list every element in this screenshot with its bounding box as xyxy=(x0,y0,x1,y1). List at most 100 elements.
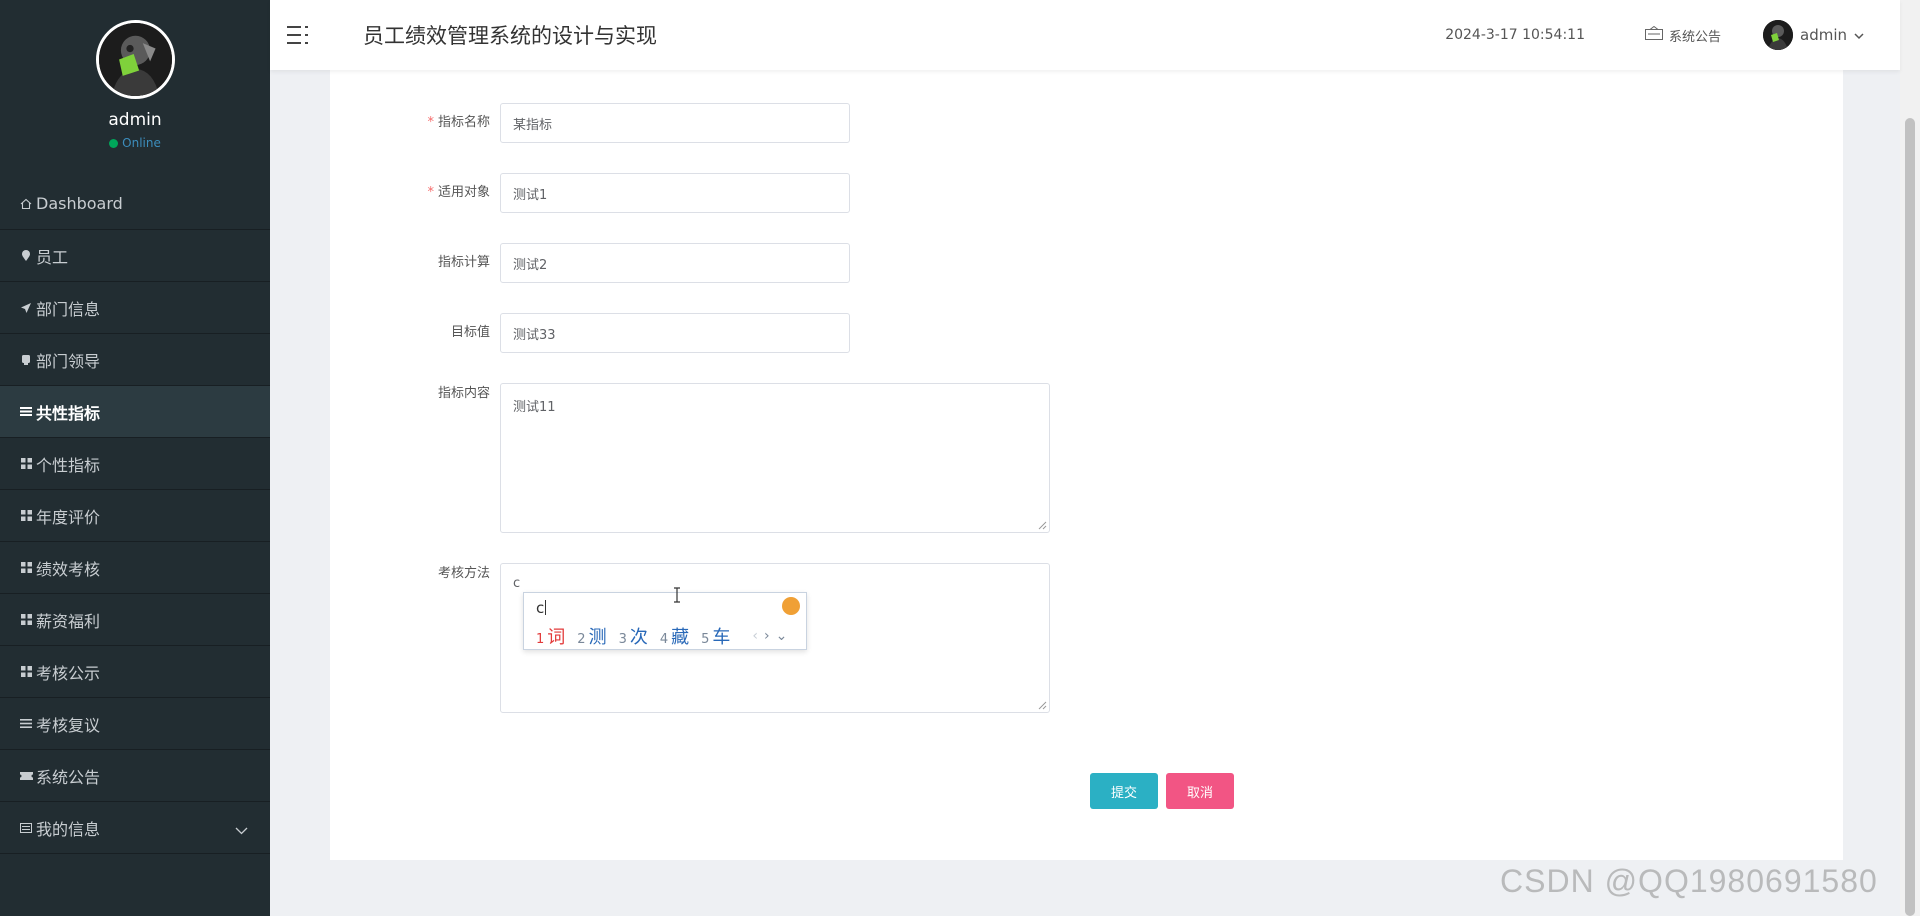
sidebar-item-label: 员工 xyxy=(36,247,69,267)
sidebar: admin Online Dashboard 员工 部门信息 部门领导 共性指标 xyxy=(0,0,270,916)
sidebar-item-common-indicators[interactable]: 共性指标 xyxy=(0,386,270,438)
sidebar-item-personal-indicators[interactable]: 个性指标 xyxy=(0,438,270,490)
resize-grip-icon xyxy=(1038,521,1047,530)
ime-composition-text: c xyxy=(536,599,545,617)
indicator-name-input[interactable]: 某指标 xyxy=(500,103,850,143)
chevron-down-icon xyxy=(1854,26,1864,44)
top-header: 员工绩效管理系统的设计与实现 2024-3-17 10:54:11 系统公告 a… xyxy=(270,0,1900,70)
sidebar-profile: admin Online xyxy=(0,0,270,178)
avatar xyxy=(95,20,175,99)
ime-candidate[interactable]: 4藏 xyxy=(660,623,689,649)
map-pin-icon xyxy=(19,249,33,263)
form-row-target-value: 目标值 测试33 xyxy=(330,313,850,353)
grid-icon xyxy=(19,561,33,575)
user-name: admin xyxy=(1800,26,1847,44)
grid-icon xyxy=(19,613,33,627)
sidebar-item-label: 系统公告 xyxy=(36,767,101,787)
notice-label: 系统公告 xyxy=(1668,29,1721,45)
sidebar-menu: Dashboard 员工 部门信息 部门领导 共性指标 个性指标 年度评价 绩效… xyxy=(0,178,270,854)
online-dot-icon xyxy=(109,138,119,148)
sidebar-item-dashboard[interactable]: Dashboard xyxy=(0,178,270,230)
sidebar-item-label: 年度评价 xyxy=(36,507,101,527)
sidebar-item-review-appeal[interactable]: 考核复议 xyxy=(0,698,270,750)
sidebar-item-label: 薪资福利 xyxy=(36,611,101,631)
ime-expand-icon[interactable]: ⌄ xyxy=(776,628,788,644)
field-label: 指标内容 xyxy=(437,386,490,401)
sidebar-item-label: 部门领导 xyxy=(36,351,101,371)
form-row-indicator-name: * 指标名称 某指标 xyxy=(330,103,850,143)
list-icon xyxy=(19,405,33,419)
ime-candidate-list: 1词 2测 3次 4藏 5车 ‹ › ⌄ xyxy=(536,623,787,649)
sidebar-item-performance-review[interactable]: 绩效考核 xyxy=(0,542,270,594)
ticket-icon xyxy=(19,769,33,783)
text-cursor-icon xyxy=(674,587,680,603)
field-label: 指标计算 xyxy=(437,255,490,270)
status-text: Online xyxy=(122,136,161,150)
sidebar-item-my-info[interactable]: 我的信息 xyxy=(0,802,270,854)
sidebar-item-label: 共性指标 xyxy=(36,403,101,423)
form-card: * 指标名称 某指标 * 适用对象 测试1 指标计算 测试2 目标值 测试33 指标… xyxy=(330,70,1843,860)
ime-next-page-icon[interactable]: › xyxy=(764,628,770,644)
user-menu[interactable]: admin xyxy=(1763,20,1864,50)
profile-name: admin xyxy=(108,110,162,130)
scrollbar-thumb[interactable] xyxy=(1905,118,1915,916)
ime-prev-page-icon[interactable]: ‹ xyxy=(752,628,758,644)
field-label: 目标值 xyxy=(450,325,490,340)
sidebar-item-department-leader[interactable]: 部门领导 xyxy=(0,334,270,386)
form-row-indicator-content: 指标内容 测试11 xyxy=(330,383,1050,533)
home-icon xyxy=(19,197,33,211)
sidebar-item-label: 部门信息 xyxy=(36,299,101,319)
grid-icon xyxy=(19,509,33,523)
indicator-content-textarea[interactable]: 测试11 xyxy=(500,383,1050,533)
header-datetime: 2024-3-17 10:54:11 xyxy=(1445,27,1585,43)
target-object-input[interactable]: 测试1 xyxy=(500,173,850,213)
form-row-indicator-calc: 指标计算 测试2 xyxy=(330,243,850,283)
sidebar-item-salary-benefits[interactable]: 薪资福利 xyxy=(0,594,270,646)
field-label: * 指标名称 xyxy=(427,115,490,130)
sidebar-item-label: 我的信息 xyxy=(36,819,101,839)
chevron-down-icon xyxy=(235,820,248,839)
mug-icon xyxy=(19,353,33,367)
target-value-input[interactable]: 测试33 xyxy=(500,313,850,353)
profile-status: Online xyxy=(109,136,161,150)
sidebar-item-system-notice[interactable]: 系统公告 xyxy=(0,750,270,802)
indicator-calc-input[interactable]: 测试2 xyxy=(500,243,850,283)
ime-candidate[interactable]: 2测 xyxy=(577,623,606,649)
ime-candidate[interactable]: 5车 xyxy=(701,623,730,649)
form-row-target-object: * 适用对象 测试1 xyxy=(330,173,850,213)
sidebar-item-department-info[interactable]: 部门信息 xyxy=(0,282,270,334)
header-right: 2024-3-17 10:54:11 系统公告 admin xyxy=(1445,0,1900,70)
paper-plane-icon xyxy=(19,301,33,315)
required-asterisk: * xyxy=(427,115,434,130)
ime-candidate[interactable]: 1词 xyxy=(536,623,565,649)
ime-logo-icon[interactable] xyxy=(782,597,800,615)
sidebar-item-annual-evaluation[interactable]: 年度评价 xyxy=(0,490,270,542)
page-title: 员工绩效管理系统的设计与实现 xyxy=(363,24,657,48)
grid-icon xyxy=(19,665,33,679)
ime-candidate[interactable]: 3次 xyxy=(619,623,648,649)
system-notice-link[interactable]: 系统公告 xyxy=(1644,25,1721,45)
ime-pagination: ‹ › ⌄ xyxy=(752,628,787,644)
field-label: 考核方法 xyxy=(437,566,490,581)
sidebar-item-label: 个性指标 xyxy=(36,455,101,475)
sidebar-item-review-publicity[interactable]: 考核公示 xyxy=(0,646,270,698)
submit-button[interactable]: 提交 xyxy=(1090,773,1158,809)
menu-toggle-icon[interactable] xyxy=(287,24,311,46)
list-icon xyxy=(19,717,33,731)
resize-grip-icon xyxy=(1038,701,1047,710)
cancel-button[interactable]: 取消 xyxy=(1166,773,1234,809)
sidebar-item-label: Dashboard xyxy=(36,194,123,213)
sidebar-item-label: 绩效考核 xyxy=(36,559,101,579)
sidebar-item-label: 考核复议 xyxy=(36,715,101,735)
notice-icon xyxy=(1644,25,1663,44)
sidebar-item-employee[interactable]: 员工 xyxy=(0,230,270,282)
avatar xyxy=(1763,20,1793,50)
sidebar-item-label: 考核公示 xyxy=(36,663,101,683)
page-scrollbar[interactable] xyxy=(1900,0,1920,916)
watermark: CSDN @QQ1980691580 xyxy=(1500,863,1878,899)
grid-icon xyxy=(19,457,33,471)
field-label: * 适用对象 xyxy=(427,185,490,200)
id-card-icon xyxy=(19,821,33,835)
required-asterisk: * xyxy=(427,185,434,200)
ime-candidate-popup: c 1词 2测 3次 4藏 5车 ‹ › ⌄ xyxy=(523,592,807,650)
